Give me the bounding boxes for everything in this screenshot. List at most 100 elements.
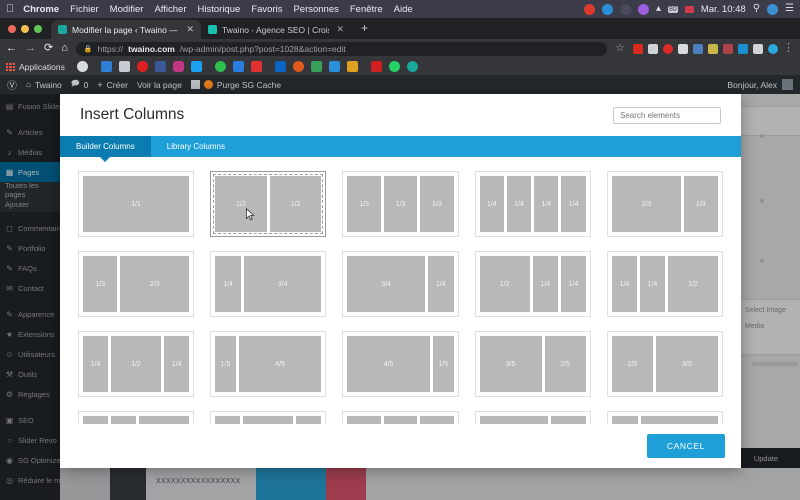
close-tab-1-icon[interactable]: ✕ [186, 24, 194, 35]
facebook-icon[interactable] [154, 61, 166, 72]
menu-favoris[interactable]: Favoris [251, 4, 282, 15]
cloud-icon[interactable] [648, 43, 658, 54]
arrow-icon[interactable] [753, 43, 763, 54]
wp-new-button[interactable]: + Créer [97, 80, 128, 90]
drop-icon[interactable] [250, 61, 262, 72]
mail-icon[interactable] [100, 61, 112, 72]
slides-icon[interactable] [232, 61, 244, 72]
bookmark-star-icon[interactable]: ☆ [615, 43, 625, 54]
cloud-icon[interactable] [601, 3, 613, 15]
x-icon[interactable] [723, 43, 733, 54]
layout-option-l-1-4-3-4[interactable]: 1/4 3/4 [210, 251, 327, 317]
twitter-icon[interactable] [190, 61, 202, 72]
menu-modifier[interactable]: Modifier [110, 4, 144, 15]
search-input[interactable] [613, 106, 721, 124]
menu-afficher[interactable]: Afficher [154, 4, 186, 15]
wp-cache-group[interactable]: Purge SG Cache [190, 80, 281, 90]
menu-clock[interactable]: Mar. 10:48 [701, 4, 746, 15]
flag-icon[interactable] [684, 5, 694, 13]
record-icon[interactable] [583, 3, 595, 15]
layout-column: 1/2 [667, 256, 718, 312]
maximize-window-button[interactable] [34, 25, 42, 33]
control-center-icon[interactable] [767, 3, 779, 15]
location-icon[interactable] [663, 43, 673, 54]
layout-option-l-2-3-1-3[interactable]: 2/3 1/3 [606, 171, 723, 237]
close-window-button[interactable] [8, 25, 16, 33]
layout-option-l-1-2-1-4-1-4[interactable]: 1/2 1/4 1/4 [474, 251, 591, 317]
apps-shortcut[interactable]: Applications [6, 62, 65, 72]
print-icon[interactable] [118, 61, 130, 72]
back-icon[interactable]: ← [6, 43, 17, 54]
youtube-icon[interactable] [136, 61, 148, 72]
layout-option-l-3-5-2-5[interactable]: 3/5 2/5 [474, 331, 591, 397]
chart-icon[interactable] [346, 61, 358, 72]
chrome-icon[interactable] [76, 61, 88, 72]
analytics-icon[interactable] [310, 61, 322, 72]
list-icon[interactable]: ☰ [785, 4, 794, 14]
forward-icon[interactable]: → [25, 43, 36, 54]
layout-option-l-1-4-1-4-1-2[interactable]: 1/4 1/4 1/2 [606, 251, 723, 317]
teal-icon[interactable] [406, 61, 418, 72]
layout-option-l-1-5-4-5[interactable]: 1/5 4/5 [210, 331, 327, 397]
layout-column: 1/1 [83, 176, 190, 232]
layout-option-l-1-2-1-2[interactable]: 1/2 1/2 [210, 171, 327, 237]
battery-icon[interactable]: 80 [668, 5, 678, 13]
instagram-icon[interactable] [172, 61, 184, 72]
wifi-icon[interactable]: ▴ [656, 4, 661, 14]
browser-tab-2[interactable]: Twaino - Agence SEO | Croiss ✕ [201, 20, 351, 39]
green-icon[interactable] [214, 61, 226, 72]
red-icon[interactable] [370, 61, 382, 72]
layout-option-l-3-4-1-4[interactable]: 3/4 1/4 [342, 251, 459, 317]
layout-option-l-row4-d[interactable] [474, 411, 591, 424]
new-tab-button[interactable]: + [351, 21, 376, 39]
wp-view-page-link[interactable]: Voir la page [137, 80, 182, 90]
layout-option-l-4-5-1-5[interactable]: 4/5 1/5 [342, 331, 459, 397]
layout-option-l-row4-c[interactable] [342, 411, 459, 424]
pen-icon[interactable] [708, 43, 718, 54]
wp-account[interactable]: Bonjour, Alex [727, 79, 793, 90]
wp-comments[interactable]: 🗩 0 [71, 78, 89, 92]
menu-personnes[interactable]: Personnes [293, 4, 338, 15]
menu-fichier[interactable]: Fichier [70, 4, 99, 15]
layout-option-l-1-4-1-2-1-4[interactable]: 1/4 1/2 1/4 [78, 331, 195, 397]
address-bar[interactable]: 🔒 https:// twaino.com/wp-admin/post.php?p… [75, 41, 608, 56]
tab-library-columns[interactable]: Library Columns [151, 136, 241, 157]
layout-option-l-1-1[interactable]: 1/1 [78, 171, 195, 237]
layout-option-l-1-4-x4[interactable]: 1/4 1/4 1/4 1/4 [474, 171, 591, 237]
minimize-window-button[interactable] [21, 25, 29, 33]
user-circle-icon[interactable] [637, 3, 649, 15]
shield-icon[interactable] [619, 3, 631, 15]
search-icon[interactable]: ⚲ [753, 4, 760, 14]
pinterest-icon[interactable] [633, 43, 643, 54]
download-icon[interactable] [693, 43, 703, 54]
layout-option-l-2-5-3-5[interactable]: 2/5 3/5 [606, 331, 723, 397]
trello-icon[interactable] [328, 61, 340, 72]
layout-option-l-row4-a[interactable] [78, 411, 195, 424]
macos-status-items: ▴ 80 Mar. 10:48 ⚲ ☰ [583, 3, 794, 15]
menu-historique[interactable]: Historique [198, 4, 241, 15]
linkedin-icon[interactable] [274, 61, 286, 72]
cancel-button[interactable]: CANCEL [646, 434, 725, 458]
grid-icon[interactable] [678, 43, 688, 54]
profile-icon[interactable] [768, 43, 778, 54]
word-icon[interactable] [738, 43, 748, 54]
wp-site-name[interactable]: ⌂ Twaino [26, 80, 62, 90]
reload-icon[interactable]: ⟳ [44, 43, 53, 54]
fire-icon[interactable] [292, 61, 304, 72]
layout-column: 1/4 [560, 256, 586, 312]
layout-option-l-1-3-x3[interactable]: 1/3 1/3 1/3 [342, 171, 459, 237]
menu-aide[interactable]: Aide [394, 4, 413, 15]
whatsapp-icon[interactable] [388, 61, 400, 72]
close-tab-2-icon[interactable]: ✕ [336, 24, 344, 35]
apple-menu-icon[interactable]:  [6, 3, 14, 15]
home-icon[interactable]: ⌂ [61, 43, 68, 54]
layout-option-l-row4-b[interactable] [210, 411, 327, 424]
tab-builder-columns[interactable]: Builder Columns [60, 136, 151, 162]
layout-option-l-1-3-2-3[interactable]: 1/3 2/3 [78, 251, 195, 317]
browser-tab-1[interactable]: Modifier la page ‹ Twaino — W ✕ [51, 20, 201, 39]
chrome-menu-icon[interactable]: ⋮ [783, 43, 794, 54]
wordpress-logo-icon[interactable]: Ⓥ [7, 77, 17, 92]
layout-option-l-row4-e[interactable] [606, 411, 723, 424]
menu-chrome[interactable]: Chrome [23, 4, 59, 15]
menu-fenetre[interactable]: Fenêtre [350, 4, 383, 15]
